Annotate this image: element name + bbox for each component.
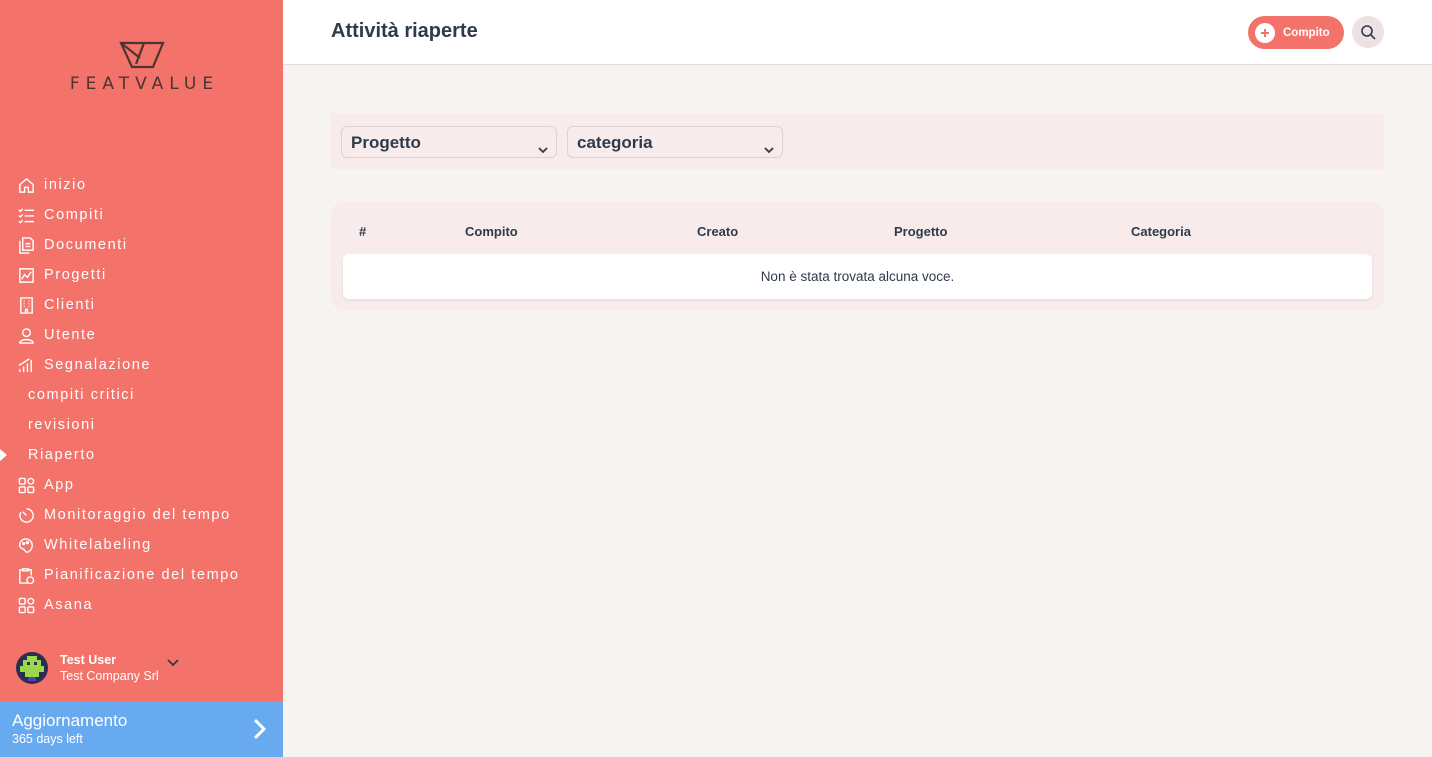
avatar [16, 652, 48, 684]
sidebar-item-label: Documenti [44, 237, 128, 253]
sidebar-item-label: revisioni [28, 417, 96, 433]
sidebar-item-label: Monitoraggio del tempo [44, 507, 231, 523]
sidebar-item-label: Asana [44, 597, 94, 613]
sidebar-item-compiti[interactable]: Compiti [0, 200, 283, 230]
search-icon [1361, 25, 1376, 40]
sidebar-item-inizio[interactable]: inizio [0, 170, 283, 200]
user-icon [17, 326, 35, 344]
column-header-number[interactable]: # [359, 224, 366, 239]
empty-state-message: Non è stata trovata alcuna voce. [760, 269, 955, 284]
category-select-value: categoria [577, 133, 653, 152]
filter-bar: Progetto categoria [331, 113, 1384, 169]
sidebar-item-label: inizio [44, 177, 87, 193]
apps-icon [17, 476, 35, 494]
document-icon [17, 236, 35, 254]
tasks-table: # Compito Creato Progetto Categoria Non … [331, 201, 1384, 311]
sidebar-item-progetti[interactable]: Progetti [0, 260, 283, 290]
chevron-right-icon [253, 718, 267, 745]
sidebar-item-segnalazione[interactable]: Segnalazione [0, 350, 283, 380]
checklist-icon [17, 206, 35, 224]
clipboard-clock-icon [17, 566, 35, 584]
sidebar-item-label: Riaperto [28, 447, 96, 463]
sidebar-item-label: Utente [44, 327, 97, 343]
plus-icon [1255, 22, 1275, 43]
sidebar-nav: inizio Compiti Documenti Progetti Client… [0, 170, 283, 620]
top-header: Attività riaperte Compito [283, 0, 1432, 65]
add-task-button[interactable]: Compito [1248, 16, 1344, 49]
sidebar-item-label: Segnalazione [44, 357, 152, 373]
column-header-creato[interactable]: Creato [697, 224, 738, 239]
sidebar-item-clienti[interactable]: Clienti [0, 290, 283, 320]
sidebar-item-utente[interactable]: Utente [0, 320, 283, 350]
user-company: Test Company Srl [60, 669, 159, 683]
user-name: Test User [60, 653, 117, 667]
sidebar-item-pianificazione-del-tempo[interactable]: Pianificazione del tempo [0, 560, 283, 590]
sidebar-item-documenti[interactable]: Documenti [0, 230, 283, 260]
sidebar-item-riaperto[interactable]: Riaperto [0, 440, 283, 470]
palette-icon [17, 536, 35, 554]
sidebar-item-label: Pianificazione del tempo [44, 567, 240, 583]
sidebar-item-whitelabeling[interactable]: Whitelabeling [0, 530, 283, 560]
sidebar-item-app[interactable]: App [0, 470, 283, 500]
sidebar-item-label: Compiti [44, 207, 105, 223]
user-menu[interactable]: Test User Test Company Srl [16, 652, 179, 684]
category-select[interactable]: categoria [567, 126, 783, 158]
logo-mark-icon [118, 41, 165, 69]
apps-icon [17, 596, 35, 614]
empty-state-row: Non è stata trovata alcuna voce. [343, 254, 1372, 299]
sidebar-item-label: Clienti [44, 297, 96, 313]
chart-icon [17, 266, 35, 284]
chevron-down-icon[interactable] [167, 654, 179, 672]
sidebar: FEATVALUE inizio Compiti Documenti Proge… [0, 0, 283, 757]
brand-name: FEATVALUE [69, 74, 220, 94]
home-icon [17, 176, 35, 194]
project-select[interactable]: Progetto [341, 126, 557, 158]
column-header-categoria[interactable]: Categoria [1131, 224, 1191, 239]
sidebar-item-revisioni[interactable]: revisioni [0, 410, 283, 440]
sidebar-item-label: App [44, 477, 75, 493]
brand-logo[interactable]: FEATVALUE [0, 40, 283, 94]
sidebar-item-compiti-critici[interactable]: compiti critici [0, 380, 283, 410]
sidebar-item-label: Whitelabeling [44, 537, 152, 553]
bar-signal-icon [17, 356, 35, 374]
page-title: Attività riaperte [331, 20, 478, 42]
search-button[interactable] [1352, 16, 1384, 48]
sidebar-item-label: Progetti [44, 267, 107, 283]
chevron-down-icon [538, 139, 548, 159]
sidebar-item-asana[interactable]: Asana [0, 590, 283, 620]
upgrade-title: Aggiornamento [12, 711, 128, 730]
project-select-value: Progetto [351, 133, 421, 152]
sidebar-item-monitoraggio-del-tempo[interactable]: Monitoraggio del tempo [0, 500, 283, 530]
upgrade-banner[interactable]: Aggiornamento 365 days left [0, 701, 283, 757]
column-header-progetto[interactable]: Progetto [894, 224, 947, 239]
avatar-icon [20, 656, 44, 681]
chevron-down-icon [764, 139, 774, 159]
column-header-compito[interactable]: Compito [465, 224, 518, 239]
sidebar-item-label: compiti critici [28, 387, 135, 403]
add-task-label: Compito [1283, 26, 1330, 39]
timer-icon [17, 506, 35, 524]
upgrade-days-left: 365 days left [12, 732, 83, 746]
building-icon [17, 296, 35, 314]
